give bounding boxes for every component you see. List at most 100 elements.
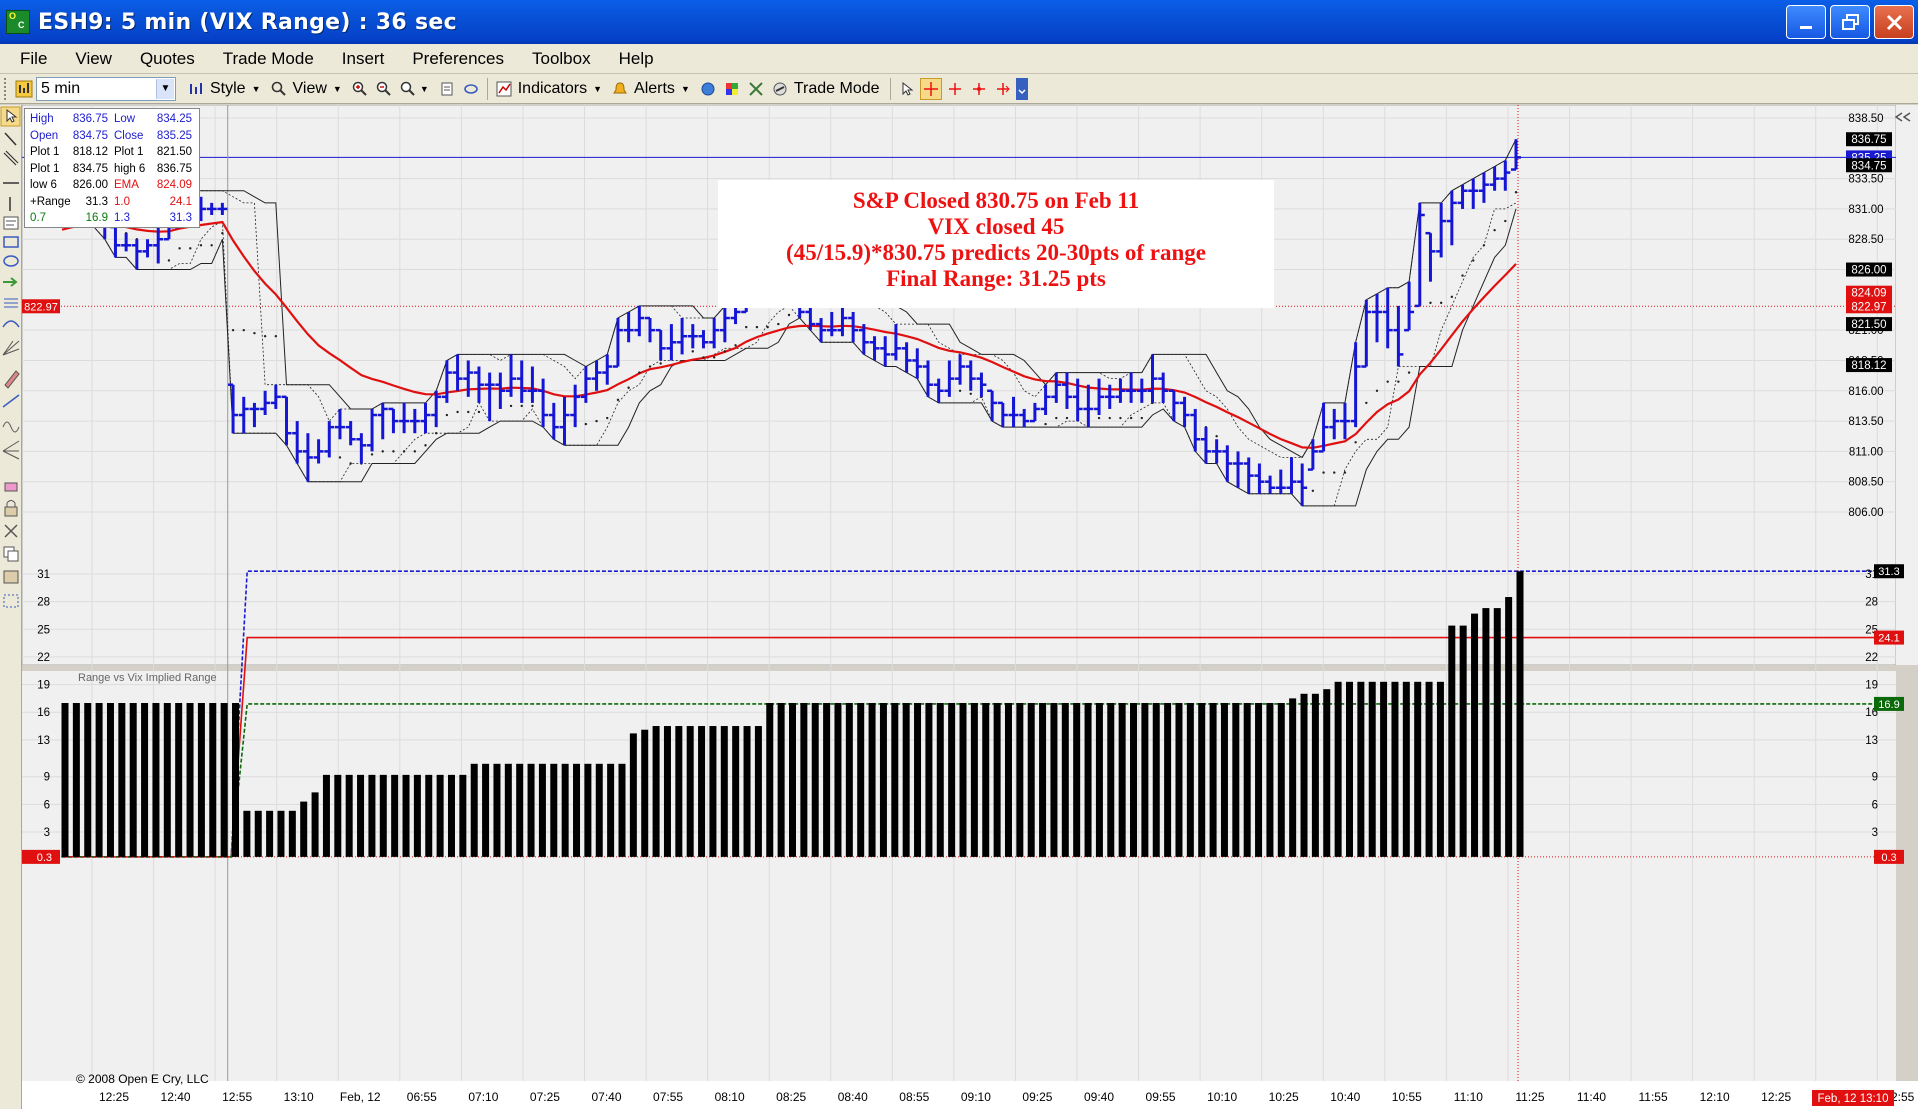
fibonacci-icon[interactable] — [4, 298, 18, 308]
menu-help[interactable]: Help — [605, 49, 668, 69]
indicators-dropdown-icon[interactable]: ▼ — [593, 84, 602, 94]
range-axis-label-left: 13 — [37, 735, 50, 747]
trade-mode-button[interactable]: Trade Mode — [794, 80, 880, 98]
alerts-icon[interactable] — [609, 78, 631, 100]
range-bar — [1300, 693, 1308, 857]
arc-icon[interactable] — [2, 320, 20, 328]
zoom-dropdown-icon[interactable]: ▼ — [420, 84, 429, 94]
view-button[interactable]: View — [293, 80, 327, 98]
price-axis-label: 806.00 — [1848, 507, 1883, 519]
zoom-out-icon[interactable] — [373, 78, 395, 100]
crosshair-icon[interactable] — [944, 78, 966, 100]
text-note-icon[interactable] — [3, 216, 19, 230]
globe-icon[interactable] — [697, 78, 719, 100]
menu-quotes[interactable]: Quotes — [126, 49, 209, 69]
ellipse-icon[interactable] — [3, 255, 19, 267]
toolbar-grip[interactable] — [4, 77, 8, 100]
midpoint-dot — [595, 419, 598, 423]
menu-insert[interactable]: Insert — [328, 49, 399, 69]
zoom-in-icon[interactable] — [349, 78, 371, 100]
midpoint-dot — [531, 404, 534, 408]
menu-file[interactable]: File — [6, 49, 61, 69]
range-bar — [72, 703, 80, 857]
pointer-icon[interactable] — [896, 78, 918, 100]
print-icon[interactable] — [436, 78, 458, 100]
range-bar — [1345, 681, 1353, 857]
midpoint-dot — [1140, 416, 1144, 420]
bar-interval-icon[interactable] — [13, 78, 35, 100]
range-bar — [436, 774, 444, 857]
range-bar — [1209, 703, 1217, 857]
select-box-icon[interactable] — [3, 594, 19, 608]
menu-preferences[interactable]: Preferences — [398, 49, 518, 69]
toolbar-overflow-icon[interactable] — [1015, 77, 1028, 100]
eraser-icon[interactable] — [4, 482, 18, 492]
midpoint-dot — [777, 322, 780, 326]
paste-icon[interactable] — [3, 570, 19, 584]
pitchfork-icon[interactable] — [2, 440, 20, 460]
data-window-value: 31.3 — [169, 212, 192, 224]
style-icon[interactable] — [185, 78, 207, 100]
rectangle-icon[interactable] — [3, 236, 19, 248]
midpoint-dot — [1055, 416, 1058, 420]
range-bar — [663, 726, 671, 857]
arrow-right-icon[interactable] — [3, 277, 18, 287]
gann-icon[interactable] — [2, 340, 20, 356]
data-window-value: 836.75 — [72, 113, 108, 125]
midpoint-dot — [1514, 191, 1518, 194]
range-bar — [175, 703, 183, 857]
zoom-menu-icon[interactable] — [397, 78, 419, 100]
view-dropdown-icon[interactable]: ▼ — [333, 84, 342, 94]
trade-mode-icon[interactable] — [769, 78, 791, 100]
toolbar-separator — [486, 77, 488, 100]
range-bar — [868, 703, 876, 857]
restore-icon — [1842, 14, 1859, 30]
style-dropdown-icon[interactable]: ▼ — [252, 84, 261, 94]
alerts-dropdown-icon[interactable]: ▼ — [681, 84, 690, 94]
cycle-icon[interactable] — [2, 421, 20, 433]
range-bar — [1334, 681, 1342, 857]
chevron-down-icon[interactable]: ▼ — [156, 78, 174, 99]
midpoint-dot — [734, 344, 737, 347]
range-bar — [379, 774, 387, 857]
tools-icon[interactable] — [745, 78, 767, 100]
minimize-button[interactable] — [1786, 5, 1826, 39]
trendline-icon[interactable] — [4, 132, 17, 146]
data-window-label: 1.3 — [114, 212, 130, 224]
crosshair-dot-icon[interactable] — [968, 78, 990, 100]
copy-icon[interactable] — [3, 546, 19, 562]
range-bar — [1141, 703, 1149, 857]
pane-splitter[interactable] — [22, 665, 1896, 671]
midpoint-dot — [1439, 301, 1443, 305]
interval-select[interactable]: 5 min ▼ — [36, 76, 176, 101]
select-arrow-icon[interactable] — [0, 106, 21, 127]
indicators-button[interactable]: Indicators — [518, 80, 587, 98]
range-bar — [1323, 689, 1331, 857]
regression-icon[interactable] — [2, 394, 20, 408]
crosshair-active-icon[interactable] — [919, 77, 942, 100]
alerts-button[interactable]: Alerts — [634, 80, 675, 98]
view-search-icon[interactable] — [268, 78, 290, 100]
restore-button[interactable] — [1830, 5, 1870, 39]
chart-annotation[interactable]: S&P Closed 830.75 on Feb 11 VIX closed 4… — [718, 180, 1274, 308]
menu-trade-mode[interactable]: Trade Mode — [209, 49, 328, 69]
palette-icon[interactable] — [721, 78, 743, 100]
menu-view[interactable]: View — [61, 49, 126, 69]
pencil-icon[interactable] — [4, 370, 20, 389]
indicators-icon[interactable] — [493, 78, 515, 100]
close-button[interactable] — [1874, 5, 1914, 39]
range-bar — [959, 703, 967, 857]
delete-icon[interactable] — [4, 524, 18, 538]
range-bar — [925, 703, 933, 857]
crosshair-arrow-icon[interactable] — [992, 78, 1014, 100]
range-bar — [163, 703, 171, 857]
lock-icon[interactable] — [4, 500, 18, 517]
time-axis-label: 07:40 — [591, 1090, 621, 1104]
midpoint-dot — [231, 328, 235, 332]
link-icon[interactable] — [460, 78, 482, 100]
channel-icon[interactable] — [3, 150, 19, 166]
range-bar — [1118, 703, 1126, 857]
style-button[interactable]: Style — [210, 80, 246, 98]
menu-toolbox[interactable]: Toolbox — [518, 49, 605, 69]
price-axis-label: 813.50 — [1848, 416, 1883, 428]
